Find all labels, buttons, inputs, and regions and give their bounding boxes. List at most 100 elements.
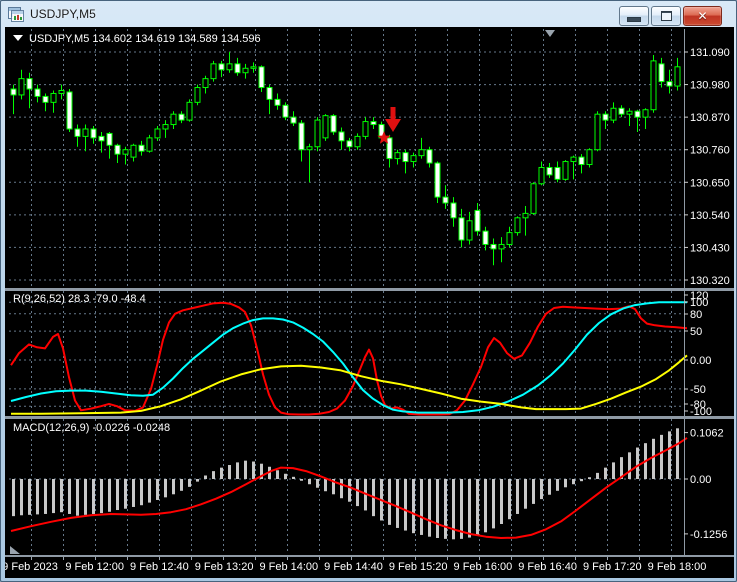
candle-body: [538, 166, 545, 185]
chart-client-area[interactable]: 131.090 130.980 130.870 130.760 130.650 130.5…: [2, 27, 734, 578]
candle-body: [130, 144, 137, 158]
candle-body: [178, 113, 185, 121]
candle-body: [306, 146, 313, 151]
candle-body: [202, 78, 209, 89]
candle-body: [402, 152, 409, 163]
time-axis-label: 9 Feb 18:00: [648, 561, 707, 573]
main-chart-header: USDJPY,M5 134.602 134.619 134.589 134.59…: [29, 33, 261, 45]
macd-histogram: [12, 428, 679, 540]
candle-body: [386, 137, 393, 160]
candle-body: [26, 78, 33, 90]
candle-body: [210, 63, 217, 80]
candle-body: [498, 243, 505, 250]
panel-separator[interactable]: [5, 416, 734, 419]
oscillator-axis-label: 80: [690, 309, 702, 321]
candle-body: [298, 122, 305, 151]
time-axis-label: 9 Feb 12:00: [65, 561, 124, 573]
candle-body: [578, 156, 585, 166]
candle-body: [18, 78, 25, 96]
history-corner-marker: [10, 546, 20, 554]
oscillator-axis-label: -100: [690, 406, 712, 418]
time-axis[interactable]: 9 Feb 2023 9 Feb 12:00 9 Feb 12:40 9 Feb 13…: [2, 557, 707, 573]
candle-body: [10, 88, 17, 96]
minimize-button[interactable]: [619, 6, 649, 26]
candle-body: [186, 101, 193, 121]
candle-body: [434, 162, 441, 198]
title-bar[interactable]: USDJPY,M5 ✕: [1, 1, 736, 27]
candle-body: [122, 149, 129, 155]
candle-body: [322, 115, 329, 139]
macd-axis-label: -0.1256: [690, 529, 727, 541]
candle-body: [170, 113, 177, 126]
chart-canvas[interactable]: 131.090 130.980 130.870 130.760 130.650 130.5…: [2, 27, 734, 578]
time-axis-label: 9 Feb 12:40: [130, 561, 189, 573]
panel-separator[interactable]: [5, 555, 734, 557]
candle-body: [74, 128, 81, 137]
candle-body: [410, 155, 417, 163]
candle-body: [634, 110, 641, 118]
candle-body: [674, 66, 681, 87]
candle-body: [146, 137, 153, 152]
candle-body: [114, 144, 121, 155]
candle-body: [418, 149, 425, 157]
candle-body: [42, 95, 49, 103]
close-button[interactable]: ✕: [683, 6, 722, 26]
candle-body: [242, 67, 249, 74]
candle-body: [282, 104, 289, 118]
chart-dropdown-icon[interactable]: [13, 35, 23, 41]
candle-body: [274, 98, 281, 106]
time-axis-label: 9 Feb 16:40: [518, 561, 577, 573]
oscillator-axis-label: -50: [690, 384, 706, 396]
macd-axis-label: 0.1062: [690, 428, 724, 440]
macd-axis[interactable]: 0.1062 0.00 -0.1256: [684, 428, 727, 541]
maximize-button[interactable]: [651, 6, 681, 26]
candle-body: [290, 116, 297, 124]
candle-body: [234, 63, 241, 74]
macd-axis-label: 0.00: [690, 474, 711, 486]
panel-separator[interactable]: [5, 288, 734, 291]
candle-body: [474, 209, 481, 232]
time-axis-label: 9 Feb 15:20: [389, 561, 448, 573]
candle-body: [450, 202, 457, 219]
candle-body: [482, 230, 489, 245]
candle-body: [34, 88, 41, 97]
candlestick-series[interactable]: [10, 52, 681, 266]
candle-body: [58, 89, 65, 94]
candle-body: [138, 144, 145, 152]
candle-body: [218, 63, 225, 71]
candle-body: [570, 156, 577, 163]
candle-body: [314, 119, 321, 148]
candle-body: [50, 92, 57, 103]
candle-body: [530, 183, 537, 214]
candle-body: [458, 217, 465, 241]
oscillator-axis-label: 0.00: [690, 355, 711, 367]
candle-body: [338, 131, 345, 142]
candle-body: [594, 113, 601, 151]
oscillator-axis-label: 100: [690, 297, 708, 309]
price-axis-label: 131.090: [690, 47, 730, 59]
arrow-shaft: [390, 107, 396, 120]
candle-body: [162, 124, 169, 130]
time-axis-label: 9 Feb 2023: [5, 561, 58, 573]
candle-body: [618, 107, 625, 115]
candle-body: [522, 212, 529, 219]
candle-body: [266, 87, 273, 100]
candle-body: [90, 128, 97, 139]
candle-body: [82, 128, 89, 137]
price-axis-label: 130.540: [690, 210, 730, 222]
candle-body: [258, 66, 265, 89]
oscillator-line-red: [10, 301, 688, 416]
chart-shift-marker: [545, 30, 555, 37]
candle-body: [658, 63, 665, 83]
price-axis[interactable]: 131.090 130.980 130.870 130.760 130.650 130.5…: [684, 47, 730, 287]
candle-body: [370, 121, 377, 126]
oscillator-axis[interactable]: 12010080500.00-50-80-100: [684, 290, 712, 418]
candle-body: [194, 87, 201, 103]
candle-body: [626, 110, 633, 115]
candle-body: [666, 81, 673, 87]
close-icon: ✕: [697, 9, 708, 23]
candle-body: [330, 115, 337, 133]
price-axis-label: 130.430: [690, 242, 730, 254]
candle-body: [562, 161, 569, 180]
price-axis-label: 130.870: [690, 112, 730, 124]
